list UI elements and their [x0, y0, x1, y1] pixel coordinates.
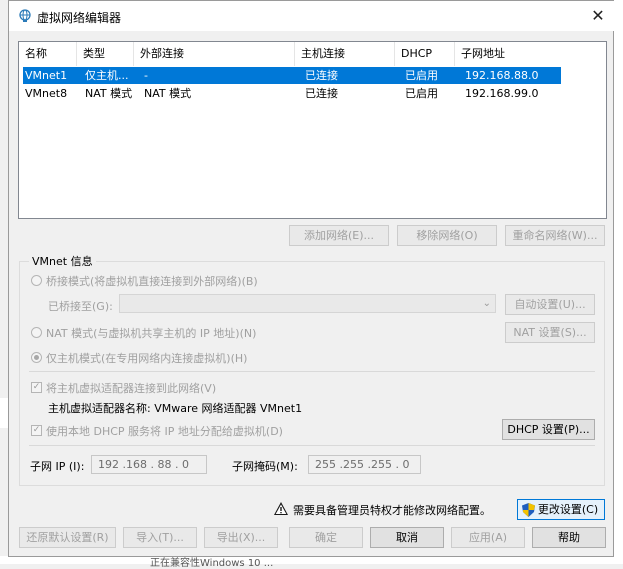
subnet-ip-label: 子网 IP (I):	[30, 460, 85, 473]
cancel-button[interactable]: 取消	[370, 527, 444, 548]
network-globe-icon	[19, 9, 31, 22]
admin-notice-text: 需要具备管理员特权才能修改网络配置。	[293, 504, 491, 517]
row-dhcp: 已启用	[405, 87, 438, 100]
rename-network-button[interactable]: 重命名网络(W)...	[505, 225, 605, 246]
row-type: 仅主机...	[85, 69, 129, 82]
nat-mode-radio[interactable]	[31, 327, 42, 338]
virtual-network-editor-dialog: 虚拟网络编辑器 ✕ 名称 类型 外部连接 主机连接 DHCP 子网地址 VMne…	[8, 0, 615, 557]
dhcp-settings-button[interactable]: DHCP 设置(P)...	[502, 419, 595, 440]
row-host: 已连接	[305, 87, 338, 100]
host-only-mode-label: 仅主机模式(在专用网络内连接虚拟机)(H)	[46, 352, 248, 365]
bridged-to-select[interactable]: ⌄	[119, 294, 496, 313]
subnet-mask-label: 子网掩码(M):	[232, 460, 298, 473]
change-settings-label: 更改设置(C)	[537, 503, 599, 516]
row-external: -	[144, 69, 148, 82]
background-window-strip-left	[0, 398, 8, 428]
background-window-bottom: 正在兼容性Windows 10 ...	[0, 556, 623, 569]
subnet-mask-field[interactable]: 255 .255 .255 . 0	[308, 455, 421, 474]
add-network-button[interactable]: 添加网络(E)...	[289, 225, 389, 246]
separator	[29, 371, 595, 372]
network-list[interactable]: 名称 类型 外部连接 主机连接 DHCP 子网地址 VMnet1 仅主机... …	[18, 41, 607, 219]
bridged-to-label: 已桥接至(G):	[48, 300, 113, 313]
import-button[interactable]: 导入(T)...	[123, 527, 197, 548]
row-dhcp: 已启用	[405, 69, 438, 82]
subnet-ip-field[interactable]: 192 .168 . 88 . 0	[91, 455, 207, 474]
background-window-strip	[614, 0, 623, 564]
column-header-host[interactable]: 主机连接	[295, 42, 395, 66]
nat-settings-button[interactable]: NAT 设置(S)...	[505, 322, 595, 343]
warning-icon	[274, 502, 288, 515]
bridge-mode-label: 桥接模式(将虚拟机直接连接到外部网络)(B)	[46, 275, 258, 288]
change-settings-button[interactable]: 更改设置(C)	[517, 499, 605, 520]
column-header-dhcp[interactable]: DHCP	[395, 42, 455, 66]
adapter-name-text: 主机虚拟适配器名称: VMware 网络适配器 VMnet1	[48, 402, 303, 415]
column-header-name[interactable]: 名称	[19, 42, 77, 66]
separator	[29, 445, 595, 446]
shield-icon	[522, 503, 535, 517]
restore-defaults-button[interactable]: 还原默认设置(R)	[19, 527, 116, 548]
connect-adapter-label: 将主机虚拟适配器连接到此网络(V)	[46, 382, 217, 395]
host-only-mode-radio[interactable]	[31, 352, 42, 363]
row-type: NAT 模式	[85, 87, 133, 100]
close-button[interactable]: ✕	[585, 3, 611, 29]
row-name: VMnet1	[25, 69, 68, 82]
help-button[interactable]: 帮助	[532, 527, 606, 548]
title-bar[interactable]: 虚拟网络编辑器 ✕	[9, 1, 615, 31]
auto-settings-button[interactable]: 自动设置(U)...	[505, 294, 595, 315]
window-title: 虚拟网络编辑器	[37, 11, 122, 25]
row-subnet: 192.168.88.0	[465, 69, 539, 82]
row-subnet: 192.168.99.0	[465, 87, 539, 100]
close-icon: ✕	[591, 6, 605, 25]
row-host: 已连接	[305, 69, 338, 82]
vmnet-info-title: VMnet 信息	[29, 253, 96, 269]
row-name: VMnet8	[25, 87, 68, 100]
use-dhcp-checkbox[interactable]: ✓	[31, 425, 42, 436]
column-header-type[interactable]: 类型	[77, 42, 134, 66]
table-row[interactable]: VMnet8 NAT 模式 NAT 模式 已连接 已启用 192.168.99.…	[23, 85, 561, 102]
use-dhcp-label: 使用本地 DHCP 服务将 IP 地址分配给虚拟机(D)	[46, 425, 283, 438]
bridge-mode-radio[interactable]	[31, 275, 42, 286]
chevron-down-icon: ⌄	[482, 298, 491, 309]
connect-adapter-checkbox[interactable]: ✓	[31, 382, 42, 393]
apply-button[interactable]: 应用(A)	[451, 527, 525, 548]
ok-button[interactable]: 确定	[289, 527, 363, 548]
export-button[interactable]: 导出(X)...	[204, 527, 278, 548]
table-row[interactable]: VMnet1 仅主机... - 已连接 已启用 192.168.88.0	[23, 67, 561, 84]
column-header-subnet[interactable]: 子网地址	[455, 42, 555, 66]
nat-mode-label: NAT 模式(与虚拟机共享主机的 IP 地址)(N)	[46, 327, 257, 340]
remove-network-button[interactable]: 移除网络(O)	[397, 225, 497, 246]
row-external: NAT 模式	[144, 87, 192, 100]
column-header-external[interactable]: 外部连接	[134, 42, 295, 66]
